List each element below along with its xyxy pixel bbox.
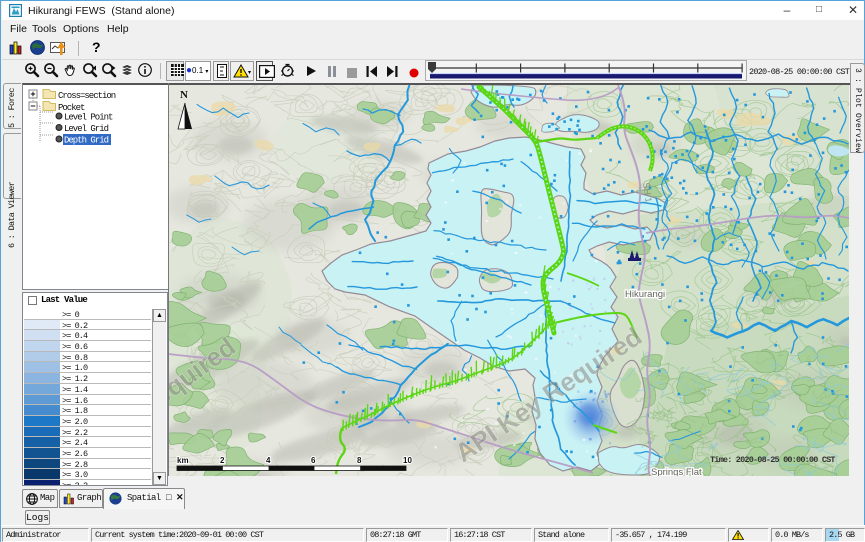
svg-text:Cross=section: Cross=section: [58, 91, 116, 101]
svg-text:Time: 2020-08-25 00:00:00 CST: Time: 2020-08-25 00:00:00 CST: [710, 455, 835, 465]
svg-text:4: 4: [266, 456, 271, 465]
svg-text:8: 8: [357, 456, 362, 465]
svg-text:6: 6: [311, 456, 316, 465]
svg-text:N: N: [180, 89, 188, 101]
svg-text:Level Grid: Level Grid: [64, 124, 109, 134]
svg-text:Hikurangi: Hikurangi: [625, 289, 665, 300]
svg-text:Level Point: Level Point: [64, 113, 113, 123]
svg-text:2: 2: [220, 456, 225, 465]
svg-text:10: 10: [403, 456, 412, 465]
svg-text:Depth Grid: Depth Grid: [64, 136, 109, 146]
svg-text:km: km: [177, 456, 189, 465]
svg-text:Springs Flat: Springs Flat: [651, 467, 702, 476]
svg-text:Pocket: Pocket: [58, 103, 85, 113]
